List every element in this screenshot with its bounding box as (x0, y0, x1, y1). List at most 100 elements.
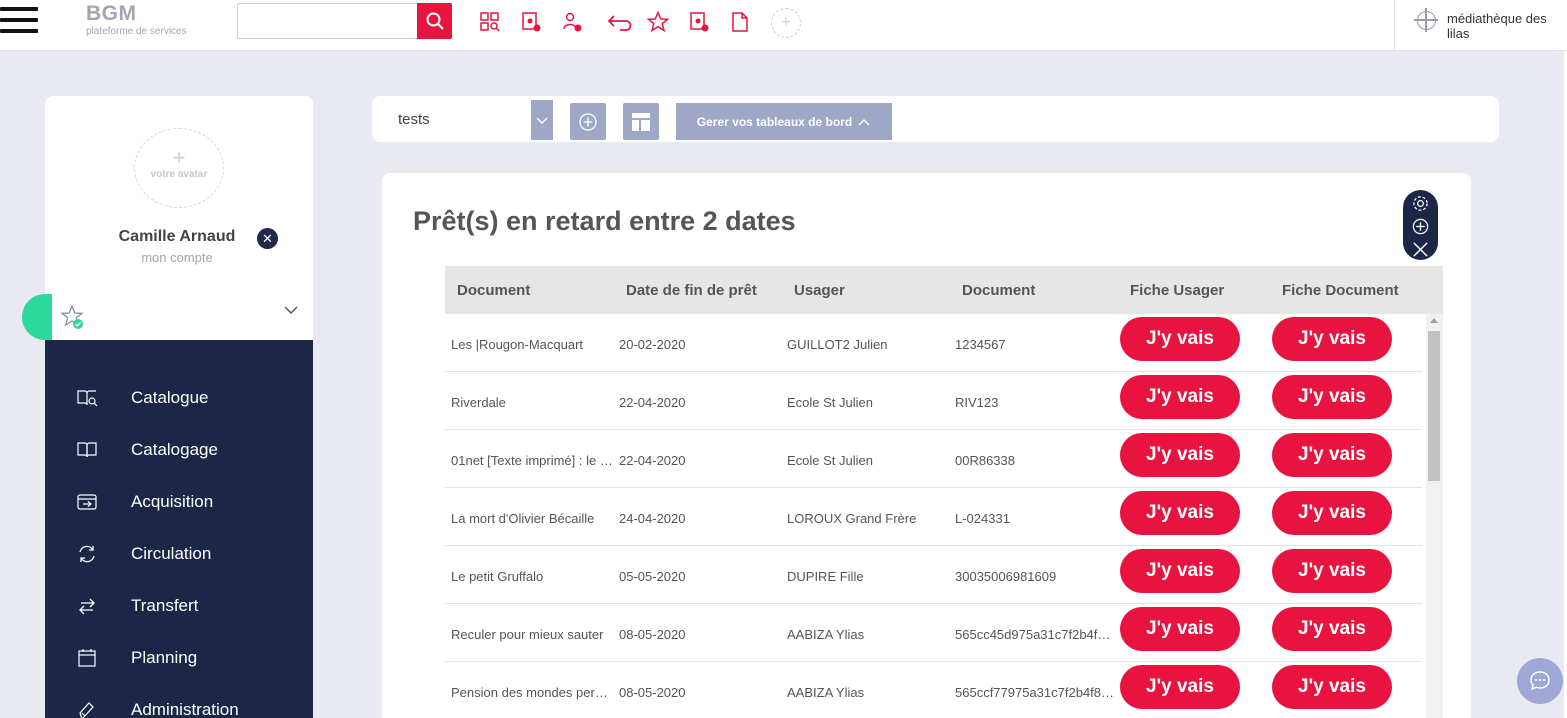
cell-code: 1234567 (955, 337, 1006, 352)
column-header[interactable]: Usager (794, 282, 845, 299)
cell-date: 22-04-2020 (619, 395, 686, 410)
avatar-upload[interactable]: + votre avatar (134, 128, 224, 208)
sidebar-item-catalogage[interactable]: Catalogage (45, 430, 313, 470)
search-icon (426, 12, 444, 30)
brand-logo[interactable]: BGM plateforme de services (86, 2, 187, 38)
cell-document: La mort d'Olivier Bécaille (451, 511, 595, 526)
document-record-button[interactable]: J'y vais (1272, 491, 1392, 535)
cell-user: Ecole St Julien (787, 453, 873, 468)
cell-code: 565ccf77975a31c7f2b4f8… (955, 685, 1115, 700)
cell-document: 01net [Texte imprimé] : le … (451, 453, 613, 468)
widget-title: Prêt(s) en retard entre 2 dates (413, 206, 796, 236)
sidebar-item-catalogue[interactable]: Catalogue (45, 378, 313, 418)
sidebar-item-administration[interactable]: Administration (45, 690, 313, 718)
document-record-button[interactable]: J'y vais (1272, 375, 1392, 419)
sidebar-item-planning[interactable]: Planning (45, 638, 313, 678)
cell-date: 24-04-2020 (619, 511, 686, 526)
user-record-button[interactable]: J'y vais (1120, 433, 1240, 477)
chevron-down-icon (531, 100, 553, 140)
table-row: Les |Rougon-Macquart 20-02-2020 GUILLOT2… (445, 314, 1422, 372)
sidebar-item-label: Planning (131, 648, 198, 667)
cell-code: 565cc45d975a31c7f2b4f8… (955, 627, 1117, 642)
library-selector[interactable]: médiathèque des lilas (1394, 0, 1567, 51)
dashboard-select-value: tests (398, 111, 430, 128)
column-header[interactable]: Fiche Document (1282, 282, 1399, 299)
hamburger-menu-icon[interactable] (0, 7, 38, 37)
gear-icon[interactable] (1411, 194, 1430, 213)
document-record-button[interactable]: J'y vais (1272, 665, 1392, 709)
star-icon[interactable] (646, 10, 670, 33)
cell-date: 22-04-2020 (619, 453, 686, 468)
table-row: Pension des mondes per… 08-05-2020 AABIZ… (445, 662, 1422, 718)
cell-document: Pension des mondes per… (451, 685, 608, 700)
document-add-icon[interactable] (520, 11, 542, 33)
add-shortcut-icon[interactable]: + (771, 8, 801, 38)
chat-button[interactable] (1517, 658, 1563, 704)
sidebar-item-transfert[interactable]: Transfert (45, 586, 313, 626)
cell-date: 20-02-2020 (619, 337, 686, 352)
cell-date: 08-05-2020 (619, 627, 686, 642)
cell-date: 05-05-2020 (619, 569, 686, 584)
manage-dashboards-button[interactable]: Gerer vos tableaux de bord (676, 103, 892, 140)
cell-code: L-024331 (955, 511, 1010, 526)
layout-button[interactable] (623, 103, 659, 140)
library-name: médiathèque des lilas (1447, 11, 1547, 41)
user-record-button[interactable]: J'y vais (1120, 317, 1240, 361)
scroll-thumb[interactable] (1428, 331, 1440, 481)
cell-user: Ecole St Julien (787, 395, 873, 410)
undo-icon[interactable] (606, 11, 636, 33)
favorites-star-icon[interactable] (60, 304, 86, 330)
chat-bubble-icon (1530, 671, 1550, 691)
table-row: Reculer pour mieux sauter 08-05-2020 AAB… (445, 604, 1422, 662)
chevron-up-icon (858, 118, 870, 125)
user-record-button[interactable]: J'y vais (1120, 607, 1240, 651)
document-record-button[interactable]: J'y vais (1272, 549, 1392, 593)
table-scrollbar[interactable] (1426, 314, 1443, 718)
table-row: 01net [Texte imprimé] : le … 22-04-2020 … (445, 430, 1422, 488)
user-record-button[interactable]: J'y vais (1120, 491, 1240, 535)
column-header[interactable]: Date de fin de prêt (626, 282, 757, 299)
document-remove-icon[interactable] (688, 11, 710, 33)
avatar-plus-icon: + (172, 145, 186, 170)
search-input[interactable] (237, 3, 418, 39)
column-header[interactable]: Document (457, 282, 530, 299)
plus-circle-icon[interactable] (1411, 217, 1430, 236)
chevron-down-icon[interactable] (283, 302, 299, 318)
cell-user: AABIZA Ylias (787, 685, 865, 700)
manage-dashboards-label: Gerer vos tableaux de bord (696, 114, 853, 129)
close-icon[interactable] (1411, 240, 1430, 259)
search-button[interactable] (417, 3, 452, 39)
widget-tools (1403, 190, 1438, 260)
column-header[interactable]: Fiche Usager (1130, 282, 1224, 299)
document-record-button[interactable]: J'y vais (1272, 317, 1392, 361)
catalog-search-icon[interactable] (479, 11, 501, 33)
brand-tagline: plateforme de services (86, 26, 187, 37)
cell-date: 08-05-2020 (619, 685, 686, 700)
cell-user: DUPIRE Fille (787, 569, 864, 584)
page-icon[interactable] (729, 11, 751, 33)
sidebar-item-label: Administration (131, 700, 239, 718)
user-record-button[interactable]: J'y vais (1120, 375, 1240, 419)
sidebar-item-label: Transfert (131, 596, 199, 615)
document-record-button[interactable]: J'y vais (1272, 433, 1392, 477)
user-add-icon[interactable] (561, 11, 583, 33)
cell-document: Reculer pour mieux sauter (451, 627, 604, 642)
add-dashboard-button[interactable] (570, 103, 606, 140)
account-link[interactable]: mon compte (45, 250, 313, 265)
user-record-button[interactable]: J'y vais (1120, 549, 1240, 593)
dashboard-select[interactable]: tests (398, 100, 553, 140)
sidebar-item-acquisition[interactable]: Acquisition (45, 482, 313, 522)
close-icon[interactable]: ✕ (257, 228, 278, 249)
table-row: Riverdale 22-04-2020 Ecole St Julien RIV… (445, 372, 1422, 430)
cell-code: 30035006981609 (955, 569, 1057, 584)
sidebar-nav: Catalogue Catalogage Acquisition Circula… (45, 340, 313, 718)
sidebar-item-label: Catalogue (131, 388, 209, 407)
column-header[interactable]: Document (962, 282, 1035, 299)
brand-name: BGM (86, 2, 137, 25)
sidebar-item-circulation[interactable]: Circulation (45, 534, 313, 574)
user-record-button[interactable]: J'y vais (1120, 665, 1240, 709)
scroll-up-arrow-icon[interactable] (1430, 318, 1438, 323)
status-tab (22, 294, 52, 340)
cell-document: Le petit Gruffalo (451, 569, 544, 584)
document-record-button[interactable]: J'y vais (1272, 607, 1392, 651)
